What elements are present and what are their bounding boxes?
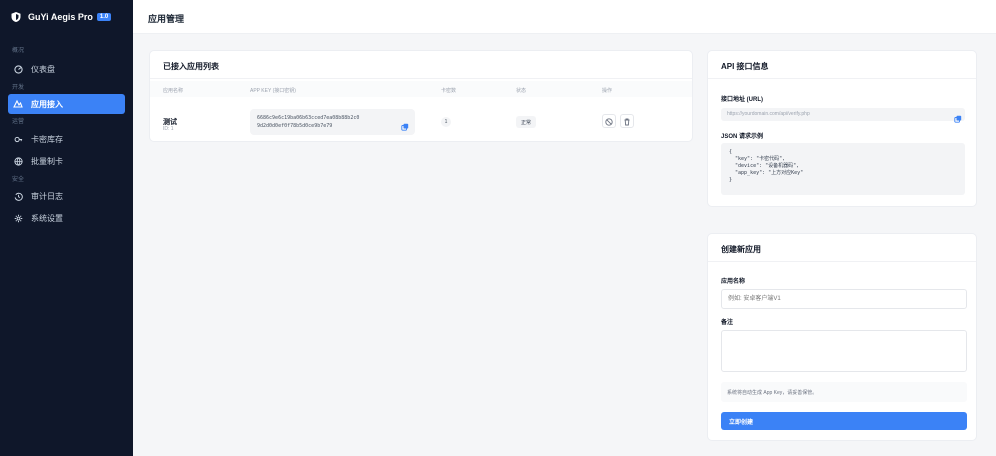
status-badge: 正常 xyxy=(516,116,537,128)
nav-group-security: 安全 xyxy=(12,177,25,183)
url-label: 接口地址 (URL) xyxy=(721,97,763,103)
app-name-label: 应用名称 xyxy=(721,279,746,285)
sidebar-item-label: 卡密库存 xyxy=(31,134,63,144)
brand[interactable]: GuYi Aegis Pro 1.0 xyxy=(0,0,133,34)
delete-button[interactable] xyxy=(620,114,634,128)
api-card-title: API 接口信息 xyxy=(721,62,769,71)
column-header-actions: 操作 xyxy=(602,88,613,94)
note-label: 备注 xyxy=(721,320,734,326)
shield-logo-icon xyxy=(10,11,22,23)
sidebar-item-label: 批量制卡 xyxy=(31,156,63,166)
app-key-line: 9d2d0d0ef0f78b5d0ce9b7e79 xyxy=(257,123,333,129)
column-header-app-key: APP KEY (接口密钥) xyxy=(250,88,296,94)
app-name-input[interactable] xyxy=(721,289,967,309)
ban-icon xyxy=(605,114,613,129)
sidebar-item-dashboard[interactable]: 仪表盘 xyxy=(8,59,125,79)
create-card-title: 创建新应用 xyxy=(721,245,761,254)
disable-button[interactable] xyxy=(602,114,616,128)
history-icon xyxy=(13,191,23,201)
sidebar-item-apps[interactable]: 应用接入 xyxy=(8,94,125,114)
app-key-value: 6686c9e6c19ba06b63cced7ea08b88b2c0 9d2d0… xyxy=(250,109,415,135)
divider xyxy=(708,78,976,79)
apps-icon xyxy=(13,99,23,109)
key-notice: 系统将自动生成 App Key，请妥善保管。 xyxy=(721,382,967,402)
brand-name: GuYi Aegis Pro xyxy=(28,12,93,22)
sidebar-item-label: 系统设置 xyxy=(31,213,63,223)
card-count-badge: 1 xyxy=(441,117,451,127)
trash-icon xyxy=(623,114,631,129)
create-button[interactable]: 立即创建 xyxy=(721,412,967,430)
sidebar-item-label: 应用接入 xyxy=(31,99,63,109)
gear-icon xyxy=(13,213,23,223)
json-label: JSON 请求示例 xyxy=(721,134,764,140)
dashboard-icon xyxy=(13,64,23,74)
sidebar-item-batch[interactable]: 批量制卡 xyxy=(8,151,125,171)
nav-group-ops: 运营 xyxy=(12,119,25,125)
json-example: { "key": "卡密代码", "device": "设备机器码", "app… xyxy=(721,143,965,195)
sidebar: GuYi Aegis Pro 1.0 概况 仪表盘 开发 应用接入 运营 卡密库… xyxy=(0,0,133,456)
nav-group-overview: 概况 xyxy=(12,48,25,54)
top-header: 应用管理 xyxy=(133,0,996,34)
apps-list-card: 已接入应用列表 应用名称 APP KEY (接口密钥) 卡密数 状态 操作 测试… xyxy=(149,50,693,142)
divider xyxy=(150,78,692,79)
page-title: 应用管理 xyxy=(148,14,185,24)
create-app-card: 创建新应用 应用名称 备注 系统将自动生成 App Key，请妥善保管。 立即创… xyxy=(707,233,977,441)
copy-url-icon[interactable] xyxy=(954,110,962,123)
app-key-line: 6686c9e6c19ba06b63cced7ea08b88b2c0 xyxy=(257,115,360,121)
nav-group-dev: 开发 xyxy=(12,85,25,91)
divider xyxy=(708,261,976,262)
column-header-count: 卡密数 xyxy=(441,88,457,94)
globe-icon xyxy=(13,156,23,166)
api-url-value: https://yourdomain.com/api/verify.php xyxy=(721,108,965,121)
sidebar-item-audit[interactable]: 审计日志 xyxy=(8,186,125,206)
sidebar-item-settings[interactable]: 系统设置 xyxy=(8,208,125,228)
sidebar-item-label: 仪表盘 xyxy=(31,64,55,74)
sidebar-item-cards[interactable]: 卡密库存 xyxy=(8,129,125,149)
column-header-name: 应用名称 xyxy=(163,88,184,94)
version-badge: 1.0 xyxy=(96,13,112,21)
copy-icon[interactable] xyxy=(401,118,409,131)
sidebar-item-label: 审计日志 xyxy=(31,191,63,201)
apps-card-title: 已接入应用列表 xyxy=(163,62,219,71)
key-icon xyxy=(13,134,23,144)
column-header-status: 状态 xyxy=(516,88,527,94)
api-info-card: API 接口信息 接口地址 (URL) https://yourdomain.c… xyxy=(707,50,977,207)
note-textarea[interactable] xyxy=(721,330,967,372)
app-id: ID: 1 xyxy=(163,126,174,132)
